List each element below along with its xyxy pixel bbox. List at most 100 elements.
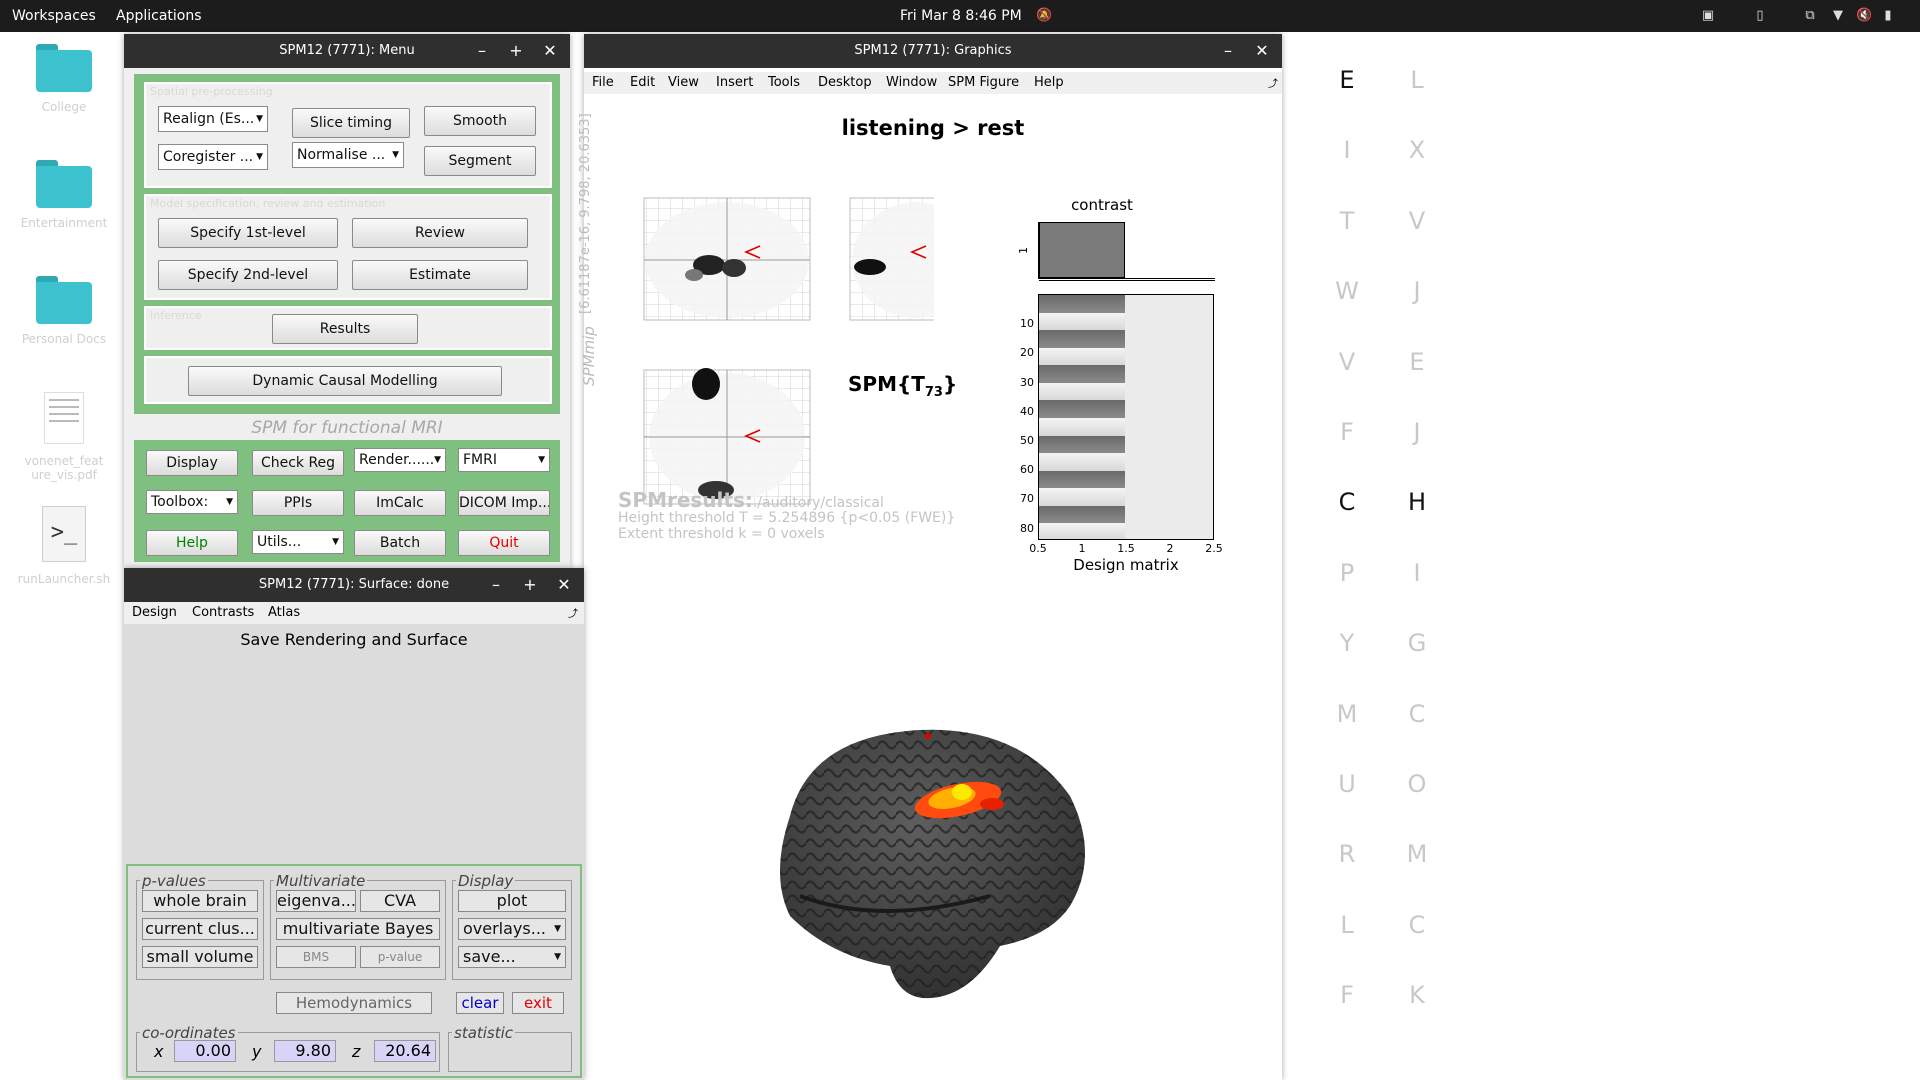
letter-tile[interactable]: G — [1402, 629, 1432, 657]
applications-menu[interactable]: Applications — [116, 8, 202, 24]
menu-help[interactable]: Help — [1034, 75, 1064, 90]
toolbox-select[interactable]: Toolbox: ▼ — [146, 490, 238, 514]
screen-icon[interactable]: ⧉ — [1802, 8, 1818, 24]
maximize-icon[interactable]: + — [504, 34, 528, 68]
clear-button[interactable]: clear — [456, 992, 504, 1014]
letter-tile[interactable]: I — [1402, 559, 1432, 587]
letter-tile[interactable]: I — [1332, 136, 1362, 164]
window-titlebar[interactable]: SPM12 (7771): Menu – + ✕ — [124, 34, 570, 68]
menu-contrasts[interactable]: Contrasts — [192, 605, 254, 620]
minimize-icon[interactable]: – — [470, 34, 494, 68]
letter-tile[interactable]: T — [1332, 207, 1362, 235]
window-titlebar[interactable]: SPM12 (7771): Surface: done – + ✕ — [124, 568, 584, 602]
close-icon[interactable]: ✕ — [552, 568, 576, 602]
review-button[interactable]: Review — [352, 218, 528, 248]
display-icon[interactable]: ▣ — [1700, 8, 1716, 24]
menubar-overflow-icon[interactable]: ⤴ — [1268, 75, 1278, 90]
x-coordinate-input[interactable]: 0.00 — [174, 1040, 236, 1062]
desktop-icon-entertainment[interactable]: Entertainment — [14, 160, 114, 230]
cva-button[interactable]: CVA — [360, 890, 440, 912]
letter-tile[interactable]: C — [1332, 488, 1362, 516]
letter-tile[interactable]: C — [1402, 700, 1432, 728]
z-coordinate-input[interactable]: 20.64 — [374, 1040, 436, 1062]
menu-view[interactable]: View — [668, 75, 699, 90]
help-button[interactable]: Help — [146, 530, 238, 556]
close-icon[interactable]: ✕ — [538, 34, 562, 68]
specify-2nd-level-button[interactable]: Specify 2nd-level — [158, 260, 338, 290]
notifications-muted-icon[interactable]: 🔕 — [1036, 8, 1052, 24]
desktop-icon-script[interactable]: >_ runLauncher.sh — [14, 506, 114, 586]
letter-tile[interactable]: C — [1402, 911, 1432, 939]
minimize-icon[interactable]: – — [1216, 34, 1240, 68]
utils-select[interactable]: Utils... ▼ — [252, 530, 344, 554]
workspaces-menu[interactable]: Workspaces — [12, 8, 96, 24]
window-titlebar[interactable]: SPM12 (7771): Graphics – ✕ — [584, 34, 1282, 68]
segment-button[interactable]: Segment — [424, 146, 536, 176]
letter-tile[interactable]: J — [1402, 277, 1432, 305]
menu-desktop[interactable]: Desktop — [818, 75, 872, 90]
letter-tile[interactable]: L — [1332, 911, 1362, 939]
letter-tile[interactable]: O — [1402, 770, 1432, 798]
menubar-overflow-icon[interactable]: ⤴ — [568, 605, 578, 620]
menu-edit[interactable]: Edit — [630, 75, 655, 90]
letter-tile[interactable]: H — [1402, 488, 1432, 516]
menu-spm-figure[interactable]: SPM Figure — [948, 75, 1019, 90]
menu-tools[interactable]: Tools — [768, 75, 800, 90]
estimate-button[interactable]: Estimate — [352, 260, 528, 290]
clock[interactable]: Fri Mar 8 8:46 PM — [900, 8, 1022, 24]
eigenvariate-button[interactable]: eigenva... — [276, 890, 356, 912]
letter-tile[interactable]: F — [1332, 981, 1362, 1009]
ppis-button[interactable]: PPIs — [252, 490, 344, 516]
pvalue-button[interactable]: p-value — [360, 946, 440, 968]
plot-button[interactable]: plot — [458, 890, 566, 912]
minimize-icon[interactable]: – — [484, 568, 508, 602]
desktop-icon-college[interactable]: College — [14, 44, 114, 114]
letter-tile[interactable]: M — [1402, 840, 1432, 868]
render-select[interactable]: Render...... ▼ — [354, 448, 446, 472]
letter-tile[interactable]: V — [1332, 348, 1362, 376]
current-cluster-button[interactable]: current clus... — [142, 918, 258, 940]
realign-select[interactable]: Realign (Es... ▼ — [158, 106, 268, 132]
display-button[interactable]: Display — [146, 450, 238, 476]
letter-tile[interactable]: E — [1402, 348, 1432, 376]
coregister-select[interactable]: Coregister ... ▼ — [158, 144, 268, 170]
letter-tile[interactable]: U — [1332, 770, 1362, 798]
imcalc-button[interactable]: ImCalc — [354, 490, 446, 516]
dicom-import-button[interactable]: DICOM Imp... — [458, 490, 550, 516]
menu-window[interactable]: Window — [886, 75, 937, 90]
overlays-select[interactable]: overlays... ▼ — [458, 918, 566, 940]
wifi-icon[interactable]: ▼ — [1830, 8, 1846, 24]
small-volume-button[interactable]: small volume — [142, 946, 258, 968]
exit-button[interactable]: exit — [512, 992, 564, 1014]
hemodynamics-button[interactable]: Hemodynamics — [276, 992, 432, 1014]
y-coordinate-input[interactable]: 9.80 — [274, 1040, 336, 1062]
desktop-icon-pdf[interactable]: vonenet_feature_vis.pdf — [14, 392, 114, 482]
letter-tile[interactable]: K — [1402, 981, 1432, 1009]
dcm-button[interactable]: Dynamic Causal Modelling — [188, 366, 502, 396]
bms-button[interactable]: BMS — [276, 946, 356, 968]
clipboard-icon[interactable]: ▯ — [1752, 8, 1768, 24]
letter-tile[interactable]: F — [1332, 418, 1362, 446]
quit-button[interactable]: Quit — [458, 530, 550, 556]
check-reg-button[interactable]: Check Reg — [252, 450, 344, 476]
letter-tile[interactable]: V — [1402, 207, 1432, 235]
multivariate-bayes-button[interactable]: multivariate Bayes — [276, 918, 440, 940]
save-select[interactable]: save... ▼ — [458, 946, 566, 968]
letter-tile[interactable]: P — [1332, 559, 1362, 587]
battery-icon[interactable]: ▮ — [1880, 8, 1896, 24]
menu-design[interactable]: Design — [132, 605, 177, 620]
results-button[interactable]: Results — [272, 314, 418, 344]
volume-muted-icon[interactable]: 🔇 — [1856, 8, 1872, 24]
menu-insert[interactable]: Insert — [716, 75, 753, 90]
menu-atlas[interactable]: Atlas — [268, 605, 300, 620]
letter-tile[interactable]: L — [1402, 66, 1432, 94]
letter-tile[interactable]: J — [1402, 418, 1432, 446]
batch-button[interactable]: Batch — [354, 530, 446, 556]
letter-tile[interactable]: E — [1332, 66, 1362, 94]
specify-1st-level-button[interactable]: Specify 1st-level — [158, 218, 338, 248]
letter-tile[interactable]: X — [1402, 136, 1432, 164]
modality-select[interactable]: FMRI ▼ — [458, 448, 550, 472]
close-icon[interactable]: ✕ — [1250, 34, 1274, 68]
letter-tile[interactable]: W — [1332, 277, 1362, 305]
menu-file[interactable]: File — [592, 75, 614, 90]
